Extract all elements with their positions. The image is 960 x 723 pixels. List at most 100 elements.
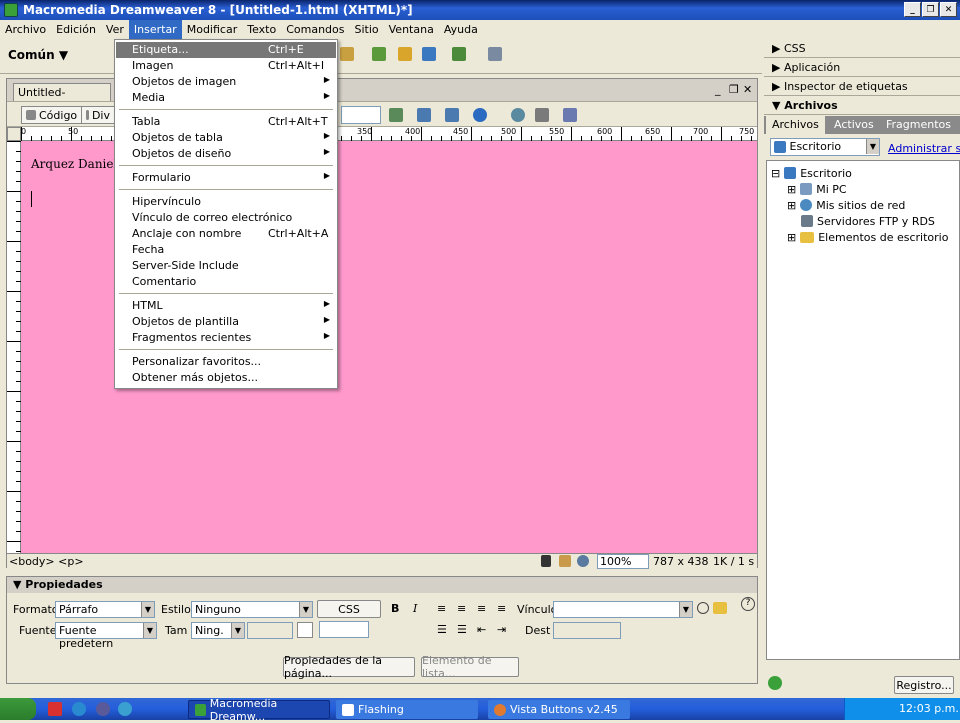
insert-menu-item[interactable]: Imagen Ctrl+Alt+I bbox=[116, 58, 336, 74]
align-right-icon[interactable]: ≡ bbox=[477, 602, 486, 615]
page-properties-button[interactable]: Propiedades de la página... bbox=[283, 654, 415, 680]
css-button[interactable]: CSS bbox=[317, 600, 381, 618]
insert-menu-item[interactable]: Fragmentos recientes ▶ bbox=[116, 330, 336, 346]
tree-node-ftp[interactable]: Servidores FTP y RDS bbox=[801, 213, 935, 229]
insert-menu-item[interactable]: Obtener más objetos... bbox=[116, 370, 336, 386]
menu-archivo[interactable]: Archivo bbox=[0, 20, 51, 39]
view-options-icon[interactable] bbox=[535, 108, 549, 122]
menu-comandos[interactable]: Comandos bbox=[281, 20, 349, 39]
refresh-icon[interactable] bbox=[511, 108, 525, 122]
ie-quicklaunch-icon[interactable] bbox=[72, 702, 86, 716]
properties-header[interactable]: ▼ Propiedades bbox=[7, 577, 757, 593]
hand-tool-icon[interactable] bbox=[559, 555, 571, 567]
insert-category-dropdown[interactable]: Común ▼ bbox=[8, 48, 68, 62]
menu-edicion[interactable]: Edición bbox=[51, 20, 101, 39]
outdent-icon[interactable]: ⇤ bbox=[477, 623, 486, 636]
unordered-list-icon[interactable]: ☰ bbox=[437, 623, 447, 636]
split-view-button[interactable]: Div bbox=[81, 106, 115, 124]
font-select[interactable]: Fuente predetern ▼ bbox=[55, 622, 157, 650]
tree-node-escritorio[interactable]: ⊟ Escritorio bbox=[771, 165, 852, 181]
menu-ver[interactable]: Ver bbox=[101, 20, 129, 39]
indent-icon[interactable]: ⇥ bbox=[497, 623, 506, 636]
server-include-icon[interactable] bbox=[398, 47, 412, 61]
application-panel-header[interactable]: ▶ Aplicación bbox=[764, 59, 960, 77]
italic-button[interactable]: I bbox=[413, 602, 417, 615]
tag-inspector-panel-header[interactable]: ▶ Inspector de etiquetas bbox=[764, 78, 960, 96]
comment-insert-icon[interactable] bbox=[422, 47, 436, 61]
menu-texto[interactable]: Texto bbox=[242, 20, 281, 39]
insert-menu-item[interactable]: Objetos de imagen ▶ bbox=[116, 74, 336, 90]
media-quicklaunch-icon[interactable] bbox=[96, 702, 110, 716]
tag-selector[interactable]: <body> <p> bbox=[9, 555, 84, 568]
select-tool-icon[interactable] bbox=[541, 555, 551, 567]
close-button[interactable]: ✕ bbox=[940, 2, 957, 17]
insert-menu-item[interactable]: Comentario bbox=[116, 274, 336, 290]
title-field[interactable] bbox=[341, 106, 381, 124]
doc-minimize-icon[interactable]: _ bbox=[715, 83, 721, 96]
menu-ayuda[interactable]: Ayuda bbox=[439, 20, 483, 39]
zoom-tool-icon[interactable] bbox=[577, 555, 589, 567]
menu-sitio[interactable]: Sitio bbox=[350, 20, 384, 39]
date-insert-icon[interactable] bbox=[372, 47, 386, 61]
document-tab[interactable]: Untitled-1.html* bbox=[13, 83, 111, 112]
insert-menu-item[interactable]: Anclaje con nombre Ctrl+Alt+A bbox=[116, 226, 336, 242]
doc-close-icon[interactable]: ✕ bbox=[743, 83, 752, 96]
pdf-quicklaunch-icon[interactable] bbox=[48, 702, 62, 716]
file-management-icon[interactable] bbox=[417, 108, 431, 122]
ordered-list-icon[interactable]: ☰ bbox=[457, 623, 467, 636]
collapse-icon[interactable]: ⊟ bbox=[771, 167, 780, 180]
css-panel-header[interactable]: ▶ CSS bbox=[764, 40, 960, 58]
expand-icon[interactable]: ⊞ bbox=[787, 199, 796, 212]
tab-archivos[interactable]: Archivos bbox=[766, 116, 825, 134]
preview-browser-icon[interactable] bbox=[473, 108, 487, 122]
insert-menu-item[interactable]: Hipervínculo bbox=[116, 194, 336, 210]
tree-node-sitios-red[interactable]: ⊞ Mis sitios de red bbox=[787, 197, 905, 213]
messenger-quicklaunch-icon[interactable] bbox=[118, 702, 132, 716]
location-select[interactable]: Escritorio ▼ bbox=[770, 138, 880, 156]
bold-button[interactable]: B bbox=[391, 602, 399, 615]
zoom-select[interactable]: 100% bbox=[597, 554, 649, 569]
align-left-icon[interactable]: ≡ bbox=[437, 602, 446, 615]
insert-menu-item[interactable]: Server-Side Include bbox=[116, 258, 336, 274]
menu-insertar[interactable]: Insertar bbox=[128, 20, 182, 39]
tree-node-mi-pc[interactable]: ⊞ Mi PC bbox=[787, 181, 847, 197]
tag-chooser-icon[interactable] bbox=[488, 47, 502, 61]
insert-menu-item[interactable]: Media ▶ bbox=[116, 90, 336, 106]
insert-menu-item[interactable]: Tabla Ctrl+Alt+T bbox=[116, 114, 336, 130]
insert-menu-item[interactable]: HTML ▶ bbox=[116, 298, 336, 314]
menu-modificar[interactable]: Modificar bbox=[182, 20, 243, 39]
size-select[interactable]: Ning. ▼ bbox=[191, 622, 245, 639]
window-size[interactable]: 787 x 438 bbox=[653, 555, 709, 568]
minimize-button[interactable]: _ bbox=[904, 2, 921, 17]
taskbar-item-flashing[interactable]: Flashing bbox=[336, 700, 478, 719]
content-paragraph[interactable]: Arquez Daniela bbox=[31, 157, 125, 171]
menu-ventana[interactable]: Ventana bbox=[384, 20, 439, 39]
align-justify-icon[interactable]: ≡ bbox=[497, 602, 506, 615]
doc-restore-icon[interactable]: ❐ bbox=[729, 83, 739, 96]
insert-menu-item[interactable]: Objetos de plantilla ▶ bbox=[116, 314, 336, 330]
code-view-button[interactable]: Código bbox=[21, 106, 83, 124]
format-select[interactable]: Párrafo ▼ bbox=[55, 601, 155, 618]
files-panel-header[interactable]: ▼ Archivos bbox=[764, 97, 960, 115]
tree-node-elementos[interactable]: ⊞ Elementos de escritorio bbox=[787, 229, 948, 245]
clock[interactable]: 12:03 p.m. bbox=[899, 702, 959, 715]
style-select[interactable]: Ninguno ▼ bbox=[191, 601, 313, 618]
log-button[interactable]: Registro... bbox=[894, 676, 954, 694]
taskbar-item-dreamweaver[interactable]: Macromedia Dreamw... bbox=[188, 697, 330, 723]
insert-menu-item[interactable]: Personalizar favoritos... bbox=[116, 354, 336, 370]
taskbar-item-vista-buttons[interactable]: Vista Buttons v2.45 bbox=[488, 700, 630, 719]
text-color-swatch[interactable] bbox=[297, 622, 313, 638]
start-button[interactable] bbox=[0, 698, 36, 720]
text-color-input[interactable] bbox=[319, 621, 369, 638]
insert-menu-item[interactable]: Objetos de tabla ▶ bbox=[116, 130, 336, 146]
manage-sites-link[interactable]: Administrar sitios bbox=[888, 142, 960, 155]
help-icon[interactable]: ? bbox=[741, 597, 755, 611]
point-to-file-icon[interactable] bbox=[697, 602, 709, 614]
expand-icon[interactable]: ⊞ bbox=[787, 183, 796, 196]
image-insert-icon[interactable] bbox=[340, 47, 354, 61]
validate-icon[interactable] bbox=[389, 108, 403, 122]
insert-menu-item[interactable]: Fecha bbox=[116, 242, 336, 258]
expand-icon[interactable]: ⊞ bbox=[787, 231, 796, 244]
insert-menu-item[interactable]: Etiqueta... Ctrl+E bbox=[116, 42, 336, 58]
link-input[interactable]: ▼ bbox=[553, 601, 693, 618]
